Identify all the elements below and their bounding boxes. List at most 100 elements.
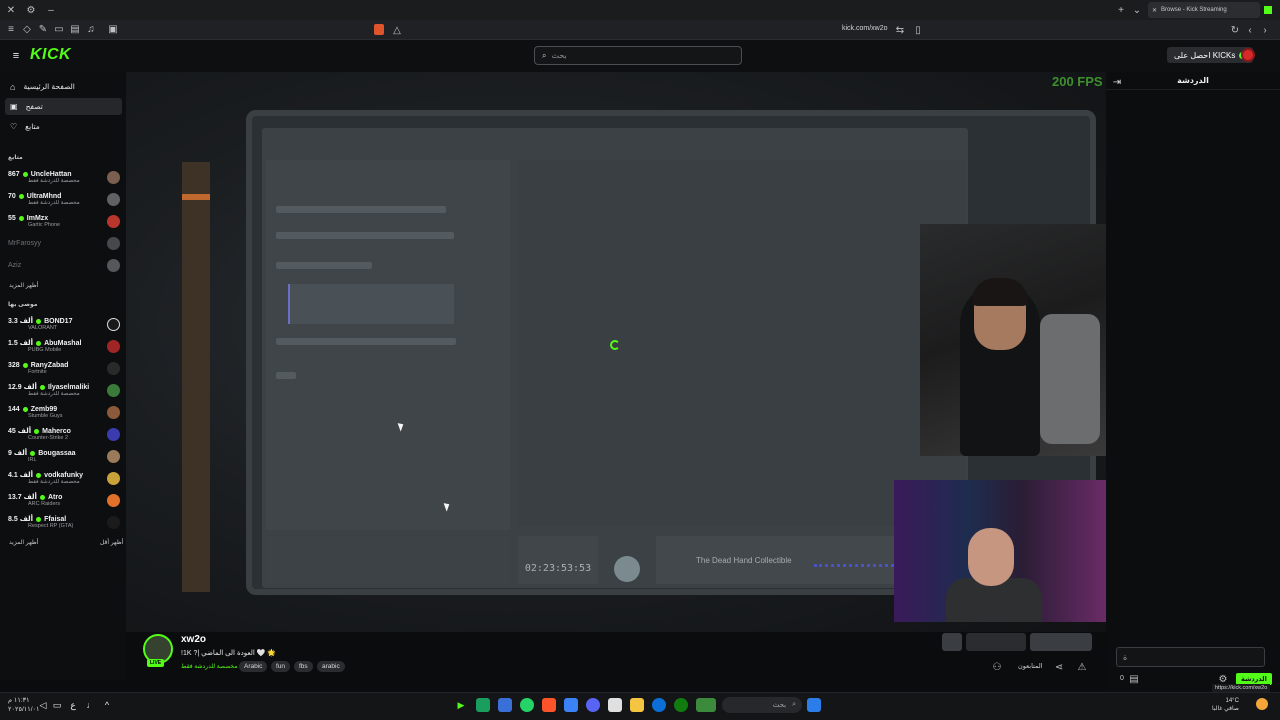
viewer-count: 4.1 ألف <box>8 472 34 479</box>
channel-avatar <box>107 471 120 485</box>
following-channel-offline[interactable]: MrFarosyy <box>8 233 120 253</box>
action-placeholder[interactable] <box>1030 633 1092 651</box>
app-icon[interactable] <box>498 698 512 712</box>
app-icon[interactable] <box>696 698 716 712</box>
discord-icon[interactable] <box>586 698 600 712</box>
app-icon[interactable] <box>564 698 578 712</box>
close-window-icon[interactable]: ✕ <box>4 3 18 17</box>
recommended-channel[interactable]: 328 RanyZabad Fortnite <box>8 358 120 378</box>
file-explorer-icon[interactable] <box>630 698 644 712</box>
recommended-channel[interactable]: 144 Zemb99 Stumble Guys <box>8 402 120 422</box>
viewer-count: 12.9 ألف <box>8 384 37 391</box>
wallet-icon[interactable]: ▭ <box>52 23 66 37</box>
taskbar-search-label: بحث <box>772 702 787 709</box>
search-input[interactable]: ⌕ بحث <box>534 46 742 65</box>
recommended-channel[interactable]: 3.3 ألف BOND17 VALORANT <box>8 314 120 334</box>
stream-tag[interactable]: arabic <box>317 661 345 672</box>
following-channel[interactable]: 55 ImMzx Gartic Phone <box>8 211 120 231</box>
windows-start-icon[interactable] <box>807 698 821 712</box>
channel-name: Aziz <box>8 261 22 269</box>
brave-icon[interactable] <box>542 698 556 712</box>
taskbar-weather[interactable]: 14°C صافي غالبا <box>1212 697 1239 713</box>
recommended-channel[interactable]: 12.9 ألف Ilyaselmaliki مخصصة للدردشة فقط <box>8 380 120 400</box>
close-tab-icon[interactable]: ✕ <box>1152 7 1157 14</box>
live-badge: LIVE <box>147 659 165 667</box>
store-icon[interactable] <box>608 698 622 712</box>
stream-tag[interactable]: Arabic <box>239 661 268 672</box>
reload-icon[interactable]: ↻ <box>1228 23 1242 37</box>
browser-tab[interactable]: ✕ Browse - Kick Streaming <box>1148 2 1260 18</box>
nav-following[interactable]: ♡ متابع <box>5 118 122 135</box>
extension-icon[interactable]: ✎ <box>36 23 50 37</box>
sidebar-panel-icon[interactable]: ▣ <box>106 23 120 37</box>
video-player[interactable]: 02:23:53:53 The Dead Hand Collectible <box>126 72 1106 632</box>
taskbar-date: ٢٠٢٥/١١/٠١ <box>8 706 40 713</box>
forward-icon[interactable]: › <box>1258 23 1272 37</box>
nav-browse[interactable]: ▣ تصفح <box>5 98 122 115</box>
new-tab-icon[interactable]: + <box>1114 3 1128 17</box>
play-icon[interactable]: ▶ <box>454 698 468 712</box>
settings-icon[interactable]: ⚙ <box>24 3 38 17</box>
microphone-icon[interactable]: ♩ <box>84 698 98 712</box>
following-channel-offline[interactable]: Aziz <box>8 255 120 275</box>
tray-overflow-icon[interactable]: ^ <box>100 698 114 712</box>
app-icon[interactable] <box>476 698 490 712</box>
minimize-icon[interactable]: – <box>44 3 58 17</box>
kick-logo[interactable]: KICK <box>30 46 71 64</box>
show-less-link[interactable]: أظهر أقل <box>100 539 123 546</box>
recommended-channel[interactable]: 8.5 ألف Ffaisal Respect RP (GTA) <box>8 512 120 532</box>
recommended-channel[interactable]: 4.1 ألف vodkafunky مخصصة للدردشة فقط <box>8 468 120 488</box>
streamer-name[interactable]: xw2o <box>181 634 206 645</box>
menu-icon[interactable]: ≡ <box>4 23 18 37</box>
channel-avatar <box>107 515 120 529</box>
link-preview-tooltip: https://kick.com/xw2o <box>1212 684 1271 692</box>
whatsapp-icon[interactable] <box>520 698 534 712</box>
address-bar-url[interactable]: kick.com/xw2o <box>842 25 888 32</box>
bookmark-icon[interactable]: ▯ <box>911 23 925 37</box>
taskbar-search[interactable]: بحث ⌕ <box>722 697 802 713</box>
hamburger-menu-icon[interactable]: ≡ <box>9 49 23 63</box>
emote-icon[interactable]: ▤ <box>1127 672 1141 686</box>
report-icon[interactable]: ⚠ <box>1075 660 1089 674</box>
action-placeholder[interactable] <box>942 633 962 651</box>
channel-avatar <box>107 339 120 353</box>
user-avatar[interactable] <box>1241 48 1255 62</box>
channel-avatar <box>107 236 120 250</box>
viewer-count: 144 <box>8 405 20 413</box>
guest-face <box>968 528 1014 586</box>
collapse-tabs-icon[interactable]: ⌄ <box>1130 3 1144 17</box>
language-indicator[interactable]: ع <box>66 698 80 712</box>
recommended-channel[interactable]: 9 ألف Bougassaa IRL <box>8 446 120 466</box>
show-more-link[interactable]: أظهر المزيد <box>9 282 38 289</box>
action-placeholder[interactable] <box>966 633 1026 651</box>
network-icon[interactable]: ▭ <box>50 698 64 712</box>
recommended-channel[interactable]: 1.5 ألف AbuMashal PUBG Mobile <box>8 336 120 356</box>
loading-spinner-icon <box>610 340 620 350</box>
tabs-icon[interactable]: ▤ <box>68 23 82 37</box>
following-channel[interactable]: 867 UncleHattan مخصصة للدردشة فقط <box>8 167 120 187</box>
stream-category[interactable]: مخصصة للدردشة فقط <box>181 663 237 670</box>
edge-icon[interactable] <box>652 698 666 712</box>
recommended-channel[interactable]: 13.7 ألف Atro ARC Raiders <box>8 490 120 510</box>
volume-icon[interactable]: ◁ <box>36 698 50 712</box>
shield-icon[interactable]: ◇ <box>20 23 34 37</box>
rewards-icon[interactable]: △ <box>390 23 404 37</box>
channel-category: VALORANT <box>28 325 58 331</box>
stream-tag[interactable]: fun <box>271 661 291 672</box>
share-stream-icon[interactable]: ⋖ <box>1052 660 1066 674</box>
share-icon[interactable]: ⇆ <box>893 23 907 37</box>
following-channel[interactable]: 70 UltraMhnd مخصصة للدردشة فقط <box>8 189 120 209</box>
brave-shield-icon[interactable] <box>374 24 384 35</box>
music-icon[interactable]: ♫ <box>84 23 98 37</box>
game-chat-line <box>276 206 446 213</box>
stream-tag[interactable]: fbs <box>294 661 313 672</box>
chat-input[interactable]: ة <box>1116 647 1265 667</box>
recommended-channel[interactable]: 45 ألف Maherco Counter-Strike 2 <box>8 424 120 444</box>
weather-desc: صافي غالبا <box>1212 706 1239 712</box>
nav-home[interactable]: ⌂ الصفحة الرئيسية <box>5 78 122 95</box>
back-icon[interactable]: ‹ <box>1243 23 1257 37</box>
xbox-icon[interactable] <box>674 698 688 712</box>
viewer-count: 45 ألف <box>8 428 32 435</box>
sidebar: ⌂ الصفحة الرئيسية ▣ تصفح ♡ متابع متابع 8… <box>0 72 126 680</box>
show-more-link[interactable]: أظهر المزيد <box>9 539 38 546</box>
